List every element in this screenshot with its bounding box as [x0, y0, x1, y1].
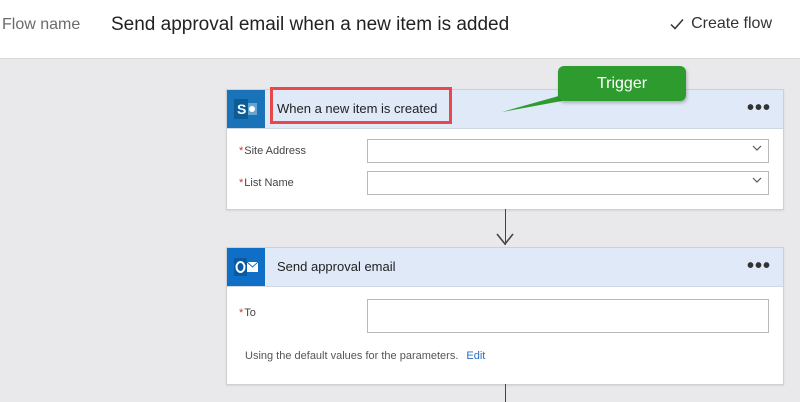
- send-email-title: Send approval email: [277, 259, 396, 274]
- chevron-down-icon: [752, 145, 762, 151]
- top-bar: Flow name Send approval email when a new…: [0, 0, 800, 59]
- site-address-row: *Site Address: [227, 137, 783, 169]
- list-name-label: *List Name: [239, 177, 294, 189]
- to-label: *To: [239, 307, 256, 319]
- default-values-hint: Using the default values for the paramet…: [245, 350, 486, 362]
- site-address-label: *Site Address: [239, 145, 307, 157]
- trigger-callout: Trigger: [558, 66, 686, 101]
- flow-title[interactable]: Send approval email when a new item is a…: [111, 14, 509, 36]
- connector-line-bottom: [505, 384, 506, 402]
- flow-name-label: Flow name: [2, 16, 81, 33]
- send-email-card-header[interactable]: Send approval email •••: [227, 248, 783, 287]
- to-row: *To: [227, 297, 783, 341]
- list-name-dropdown[interactable]: [367, 171, 769, 195]
- svg-text:S: S: [237, 101, 246, 117]
- create-flow-button[interactable]: Create flow: [669, 15, 772, 33]
- more-options-icon[interactable]: •••: [747, 98, 771, 118]
- create-flow-label: Create flow: [691, 15, 772, 32]
- trigger-highlight-box: [270, 87, 452, 124]
- send-email-card: Send approval email ••• *To Using the de…: [226, 247, 784, 385]
- checkmark-icon: [670, 19, 684, 30]
- outlook-icon: [227, 248, 265, 286]
- sharepoint-icon: S: [227, 90, 265, 128]
- to-input[interactable]: [367, 299, 769, 333]
- edit-link[interactable]: Edit: [466, 350, 485, 362]
- arrow-down-icon: [496, 233, 514, 246]
- more-options-icon[interactable]: •••: [747, 256, 771, 276]
- list-name-row: *List Name: [227, 169, 783, 201]
- site-address-dropdown[interactable]: [367, 139, 769, 163]
- chevron-down-icon: [752, 177, 762, 183]
